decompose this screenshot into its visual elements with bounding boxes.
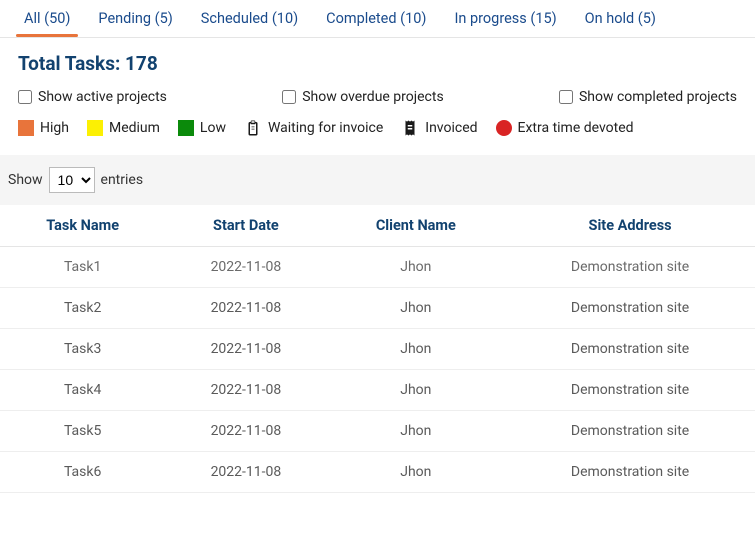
legend-extra: Extra time devoted (496, 120, 634, 136)
cell-site-address: Demonstration site (505, 288, 755, 329)
filters-row: Show active projects Show overdue projec… (0, 83, 755, 119)
legend-high: High (18, 120, 69, 136)
checkbox-completed[interactable] (559, 90, 573, 104)
cell-task-name: Task1 (0, 247, 165, 288)
cell-client-name: Jhon (327, 329, 506, 370)
legend-waiting: Waiting for invoice (244, 119, 383, 137)
table-section: Show 10 entries Task Name Start Date Cli… (0, 155, 755, 493)
cell-client-name: Jhon (327, 411, 506, 452)
cell-task-name: Task2 (0, 288, 165, 329)
filter-active[interactable]: Show active projects (18, 89, 167, 105)
table-row[interactable]: Task42022-11-08JhonDemonstration site (0, 370, 755, 411)
legend-invoiced-label: Invoiced (425, 120, 477, 136)
cell-client-name: Jhon (327, 288, 506, 329)
table-header-row: Task Name Start Date Client Name Site Ad… (0, 205, 755, 247)
cell-site-address: Demonstration site (505, 247, 755, 288)
legend-medium-label: Medium (109, 120, 160, 136)
table-row[interactable]: Task12022-11-08JhonDemonstration site (0, 247, 755, 288)
tasks-table: Task Name Start Date Client Name Site Ad… (0, 205, 755, 493)
tab-pending[interactable]: Pending (5) (88, 4, 182, 37)
legend-high-label: High (40, 120, 69, 136)
filter-overdue-label: Show overdue projects (302, 89, 443, 105)
tab-completed[interactable]: Completed (10) (316, 4, 436, 37)
cell-client-name: Jhon (327, 370, 506, 411)
col-start-date[interactable]: Start Date (165, 205, 326, 247)
cell-client-name: Jhon (327, 452, 506, 493)
clipboard-icon (244, 119, 262, 137)
checkbox-active[interactable] (18, 90, 32, 104)
cell-start-date: 2022-11-08 (165, 411, 326, 452)
filter-active-label: Show active projects (38, 89, 167, 105)
cell-task-name: Task4 (0, 370, 165, 411)
checkbox-overdue[interactable] (282, 90, 296, 104)
show-label: Show (8, 172, 43, 188)
circle-red-icon (496, 120, 512, 136)
col-client-name[interactable]: Client Name (327, 205, 506, 247)
cell-client-name: Jhon (327, 247, 506, 288)
tab-scheduled[interactable]: Scheduled (10) (191, 4, 308, 37)
legend-row: High Medium Low Waiting for invoice Invo… (0, 119, 755, 155)
cell-start-date: 2022-11-08 (165, 370, 326, 411)
cell-start-date: 2022-11-08 (165, 288, 326, 329)
cell-task-name: Task6 (0, 452, 165, 493)
col-site-address[interactable]: Site Address (505, 205, 755, 247)
table-row[interactable]: Task32022-11-08JhonDemonstration site (0, 329, 755, 370)
swatch-low-icon (178, 120, 194, 136)
show-entries: Show 10 entries (0, 167, 755, 205)
tab-on-hold[interactable]: On hold (5) (575, 4, 666, 37)
filter-completed-label: Show completed projects (579, 89, 737, 105)
legend-invoiced: Invoiced (401, 119, 477, 137)
receipt-icon (401, 119, 419, 137)
filter-overdue[interactable]: Show overdue projects (282, 89, 443, 105)
legend-waiting-label: Waiting for invoice (268, 120, 383, 136)
cell-site-address: Demonstration site (505, 452, 755, 493)
tab-all[interactable]: All (50) (14, 4, 80, 37)
table-row[interactable]: Task52022-11-08JhonDemonstration site (0, 411, 755, 452)
legend-low: Low (178, 120, 226, 136)
legend-low-label: Low (200, 120, 226, 136)
table-row[interactable]: Task62022-11-08JhonDemonstration site (0, 452, 755, 493)
table-row[interactable]: Task22022-11-08JhonDemonstration site (0, 288, 755, 329)
total-tasks-heading: Total Tasks: 178 (0, 38, 755, 83)
cell-task-name: Task3 (0, 329, 165, 370)
legend-extra-label: Extra time devoted (518, 120, 634, 136)
entries-select[interactable]: 10 (49, 167, 95, 193)
cell-site-address: Demonstration site (505, 411, 755, 452)
tabs-bar: All (50) Pending (5) Scheduled (10) Comp… (0, 0, 755, 38)
col-task-name[interactable]: Task Name (0, 205, 165, 247)
legend-medium: Medium (87, 120, 160, 136)
filter-completed[interactable]: Show completed projects (559, 89, 737, 105)
cell-site-address: Demonstration site (505, 370, 755, 411)
cell-start-date: 2022-11-08 (165, 452, 326, 493)
cell-start-date: 2022-11-08 (165, 329, 326, 370)
cell-task-name: Task5 (0, 411, 165, 452)
swatch-high-icon (18, 120, 34, 136)
swatch-medium-icon (87, 120, 103, 136)
entries-label: entries (101, 172, 144, 188)
cell-site-address: Demonstration site (505, 329, 755, 370)
tab-in-progress[interactable]: In progress (15) (444, 4, 566, 37)
cell-start-date: 2022-11-08 (165, 247, 326, 288)
